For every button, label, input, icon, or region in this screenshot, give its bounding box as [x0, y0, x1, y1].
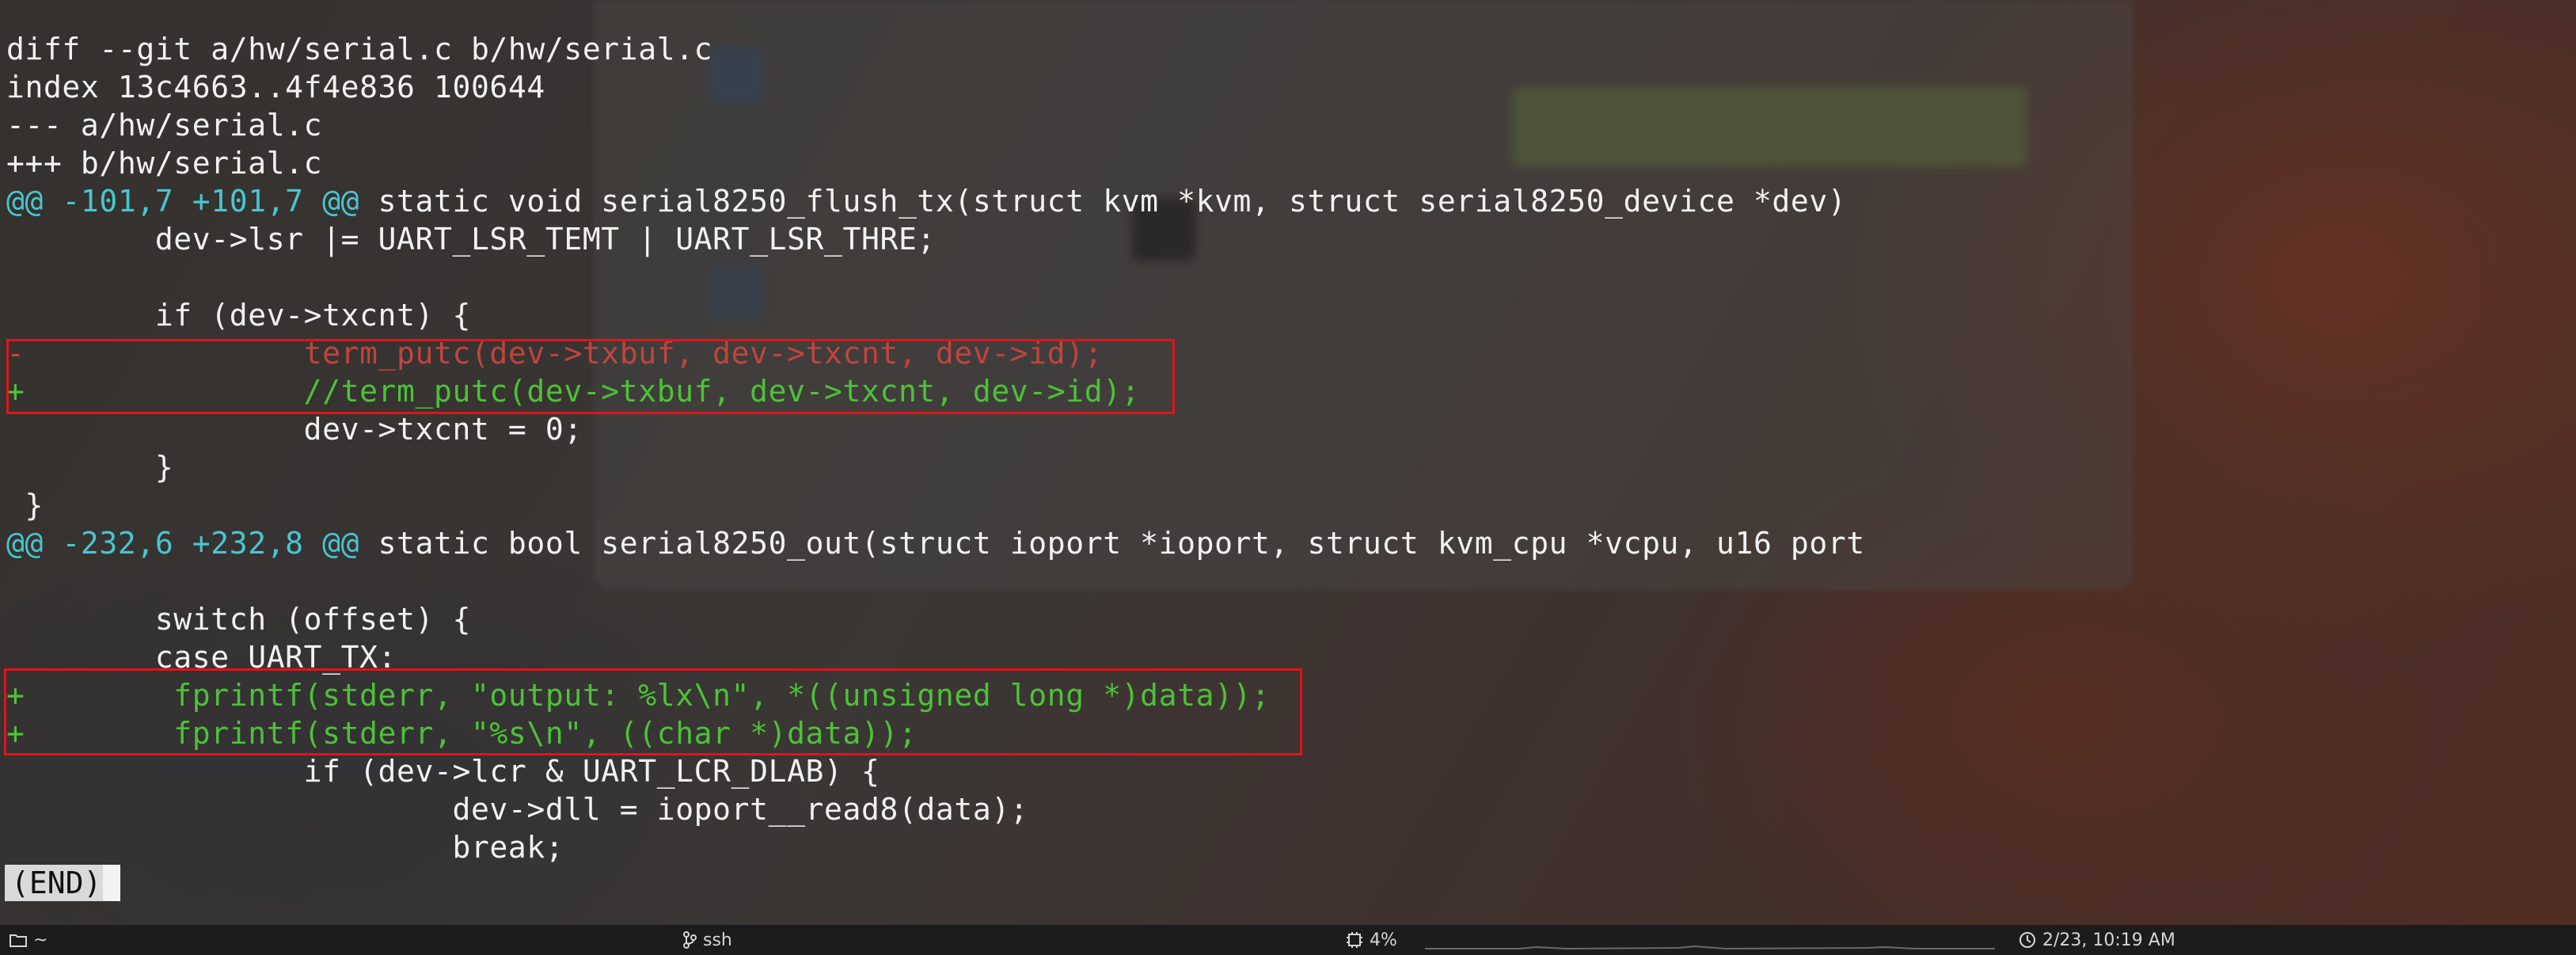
terminal-window[interactable]: diff --git a/hw/serial.c b/hw/serial.c in… — [0, 0, 2576, 925]
branch-icon — [682, 931, 697, 949]
diff-line: } — [6, 448, 1865, 486]
diff-line-text: --- a/hw/serial.c — [6, 108, 323, 143]
status-session[interactable]: ssh — [682, 925, 732, 955]
diff-line: } — [6, 486, 1865, 524]
diff-line-text: index 13c4663..4f4e836 100644 — [6, 70, 545, 105]
diff-line-text: break; — [6, 830, 564, 865]
cpu-percent: 4% — [1370, 930, 1397, 950]
diff-line-text: } — [6, 450, 174, 485]
diff-line: @@ -101,7 +101,7 @@ static void serial82… — [6, 182, 1865, 220]
datetime-label: 2/23, 10:19 AM — [2042, 930, 2175, 950]
session-label: ssh — [703, 930, 732, 950]
diff-line: if (dev->txcnt) { — [6, 296, 1865, 334]
folder-icon — [9, 933, 27, 947]
status-bar: ~ ssh 4% 2/23, 10:19 AM — [0, 925, 2576, 955]
diff-line-text: dev->lsr |= UART_LSR_TEMT | UART_LSR_THR… — [6, 222, 936, 257]
diff-line-text: diff --git a/hw/serial.c b/hw/serial.c — [6, 32, 713, 67]
diff-line: dev->dll = ioport__read8(data); — [6, 790, 1865, 828]
diff-line-text: static void serial8250_flush_tx(struct k… — [359, 184, 1847, 219]
cpu-icon — [1346, 931, 1363, 949]
diff-line: switch (offset) { — [6, 600, 1865, 638]
diff-line-text: +++ b/hw/serial.c — [6, 146, 323, 181]
status-directory[interactable]: ~ — [9, 925, 47, 955]
clock-icon — [2019, 931, 2036, 949]
highlight-box-removed-added-line — [6, 339, 1175, 414]
diff-line: if (dev->lcr & UART_LCR_DLAB) { — [6, 752, 1865, 790]
diff-line: diff --git a/hw/serial.c b/hw/serial.c — [6, 30, 1865, 68]
terminal-cursor — [103, 865, 120, 901]
diff-line-text: dev->dll = ioport__read8(data); — [6, 792, 1029, 827]
diff-line — [6, 562, 1865, 600]
cpu-usage-graph — [1425, 945, 1995, 950]
diff-line-text: @@ -232,6 +232,8 @@ — [6, 526, 360, 561]
diff-line-text: @@ -101,7 +101,7 @@ — [6, 184, 360, 219]
diff-line-text: if (dev->txcnt) { — [6, 298, 471, 333]
diff-line: break; — [6, 828, 1865, 866]
diff-line: dev->txcnt = 0; — [6, 410, 1865, 448]
diff-line: index 13c4663..4f4e836 100644 — [6, 68, 1865, 106]
diff-line-text: if (dev->lcr & UART_LCR_DLAB) { — [6, 754, 880, 789]
diff-line-text: static bool serial8250_out(struct ioport… — [359, 526, 1865, 561]
diff-line: +++ b/hw/serial.c — [6, 144, 1865, 182]
highlight-box-added-fprintf-lines — [4, 668, 1302, 755]
diff-line-text: } — [6, 488, 44, 523]
directory-label: ~ — [33, 930, 48, 950]
diff-line: @@ -232,6 +232,8 @@ static bool serial82… — [6, 524, 1865, 562]
diff-line: dev->lsr |= UART_LSR_TEMT | UART_LSR_THR… — [6, 220, 1865, 258]
diff-line-text: switch (offset) { — [6, 602, 471, 637]
diff-line — [6, 258, 1865, 296]
pager-end-marker: (END) — [5, 865, 108, 901]
diff-line: --- a/hw/serial.c — [6, 106, 1865, 144]
diff-line-text: dev->txcnt = 0; — [6, 412, 583, 447]
status-cpu[interactable]: 4% — [1346, 925, 1397, 955]
status-clock[interactable]: 2/23, 10:19 AM — [2019, 925, 2175, 955]
